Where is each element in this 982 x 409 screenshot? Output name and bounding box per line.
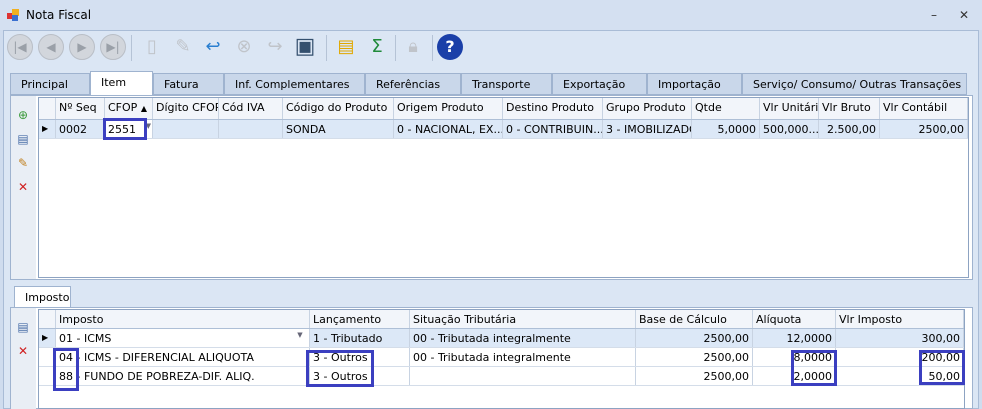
add-tax-icon[interactable]: ▤ [16, 320, 30, 336]
add-item-icon[interactable]: ⊕ [16, 108, 30, 124]
cell[interactable]: 2500,00 [636, 348, 753, 366]
col-header[interactable]: Vlr Contábil [880, 98, 968, 119]
row-indicator-icon: ▶ [39, 329, 56, 347]
col-header[interactable]: Cód IVA [219, 98, 283, 119]
toolbar-separator [131, 35, 132, 61]
edit-icon[interactable]: ✎ [170, 33, 196, 61]
cell[interactable]: 12,0000 [753, 329, 836, 347]
highlight-box [306, 350, 374, 387]
toolbar-separator [326, 35, 327, 61]
toolbar-separator [395, 35, 396, 61]
imposto-select[interactable]: 01 - ICMS ▼ [56, 329, 310, 347]
cell[interactable]: 5,0000 [692, 120, 760, 138]
cell[interactable]: 0 - CONTRIBUIN... [503, 120, 603, 138]
undo-icon[interactable]: ↩ [200, 33, 226, 61]
title-bar: Nota Fiscal – ✕ [0, 0, 982, 30]
tab-transporte[interactable]: Transporte [461, 73, 552, 95]
tab-fatura[interactable]: Fatura [153, 73, 224, 95]
highlight-box [791, 350, 837, 386]
col-header[interactable]: Lançamento [310, 310, 410, 328]
cell[interactable]: 00 - Tributada integralmente [410, 348, 636, 366]
tab-imposto[interactable]: Imposto [14, 286, 71, 309]
col-header[interactable]: Vlr Unitário [760, 98, 819, 119]
tab-referencias[interactable]: Referências [365, 73, 461, 95]
col-header[interactable]: Imposto [56, 310, 310, 328]
cell[interactable]: 2.500,00 [819, 120, 880, 138]
highlight-box [919, 350, 965, 385]
highlight-box [103, 118, 147, 140]
col-header[interactable]: Vlr Bruto [819, 98, 880, 119]
col-header[interactable]: Grupo Produto [603, 98, 692, 119]
cell[interactable]: 2500,00 [880, 120, 968, 138]
delete-icon[interactable]: ⊗ [231, 33, 257, 61]
cell[interactable]: 2500,00 [636, 367, 753, 385]
highlight-box [53, 348, 79, 391]
cell[interactable]: 300,00 [836, 329, 964, 347]
cell[interactable]: 3 - IMOBILIZADO [603, 120, 692, 138]
cell[interactable]: 1 - Tributado [310, 329, 410, 347]
col-header-cfop[interactable]: CFOP ▲ [105, 98, 153, 119]
col-label: CFOP [108, 101, 138, 114]
cell: 01 - ICMS [59, 332, 112, 345]
help-icon[interactable]: ? [437, 34, 463, 60]
col-header[interactable]: Qtde [692, 98, 760, 119]
cell[interactable]: 88 - FUNDO DE POBREZA-DIF. ALIQ. [56, 367, 310, 385]
financial-report-icon[interactable]: ▤ [333, 33, 359, 61]
sort-asc-icon: ▲ [140, 104, 147, 113]
minimize-button[interactable]: – [926, 8, 942, 22]
tax-grid-header: Imposto Lançamento Situação Tributária B… [39, 310, 964, 329]
lock-icon[interactable]: 🔒︎ [400, 33, 426, 61]
add-detail-icon[interactable]: ▤ [16, 132, 30, 148]
col-header[interactable]: Vlr Imposto [836, 310, 964, 328]
delete-tax-icon[interactable]: ✕ [16, 344, 30, 360]
col-header[interactable]: Destino Produto [503, 98, 603, 119]
save-icon[interactable]: ▣ [292, 33, 318, 61]
tab-item[interactable]: Item [90, 71, 153, 95]
delete-item-icon[interactable]: ✕ [16, 180, 30, 196]
items-grid-header: Nº Seq CFOP ▲ Dígito CFOP Cód IVA Código… [39, 98, 968, 120]
cell[interactable]: 00 - Tributada integralmente [410, 329, 636, 347]
col-header[interactable]: Nº Seq [56, 98, 105, 119]
col-header[interactable]: Base de Cálculo [636, 310, 753, 328]
cell[interactable]: 2500,00 [636, 329, 753, 347]
table-row[interactable]: ▶ 0002 2551 ▼ SONDA 0 - NACIONAL, EX... 0… [39, 120, 968, 139]
cell[interactable] [219, 120, 283, 138]
table-row[interactable]: ▶ 01 - ICMS ▼ 1 - Tributado 00 - Tributad… [39, 329, 964, 348]
window-title: Nota Fiscal [26, 8, 92, 22]
redo-icon[interactable]: ↪ [262, 33, 288, 61]
tab-exportacao[interactable]: Exportação [552, 73, 647, 95]
cell[interactable]: 04 - ICMS - DIFERENCIAL ALIQUOTA [56, 348, 310, 366]
item-side-toolbar: ⊕ ▤ ✎ ✕ [11, 96, 36, 279]
row-indicator-icon: ▶ [39, 120, 56, 138]
tab-servico-consumo[interactable]: Serviço/ Consumo/ Outras Transações [742, 73, 967, 95]
first-record-icon[interactable]: |◀ [7, 34, 33, 60]
app-icon [7, 9, 19, 21]
col-header[interactable]: Origem Produto [394, 98, 503, 119]
tab-inf-complementares[interactable]: Inf. Complementares [224, 73, 365, 95]
col-header[interactable]: Código do Produto [283, 98, 394, 119]
edit-item-icon[interactable]: ✎ [16, 156, 30, 172]
cell[interactable]: SONDA [283, 120, 394, 138]
col-header[interactable]: Alíquota [753, 310, 836, 328]
tab-importacao[interactable]: Importação [647, 73, 742, 95]
items-grid: Nº Seq CFOP ▲ Dígito CFOP Cód IVA Código… [38, 97, 969, 278]
tab-principal[interactable]: Principal [10, 73, 90, 95]
last-record-icon[interactable]: ▶| [100, 34, 126, 60]
cell[interactable] [410, 367, 636, 385]
cell[interactable]: 0002 [56, 120, 105, 138]
dropdown-icon[interactable]: ▼ [293, 331, 307, 339]
totals-report-icon[interactable]: Σ [364, 33, 390, 61]
col-header[interactable]: Dígito CFOP [153, 98, 219, 119]
cell[interactable]: 0 - NACIONAL, EX... [394, 120, 503, 138]
new-icon[interactable]: ▯ [139, 33, 165, 61]
toolbar-separator [432, 35, 433, 61]
col-header[interactable]: Situação Tributária [410, 310, 636, 328]
cell[interactable] [153, 120, 219, 138]
cell[interactable]: 500,000... [760, 120, 819, 138]
tax-side-toolbar: ▤ ✕ [11, 308, 36, 409]
main-tabs: Principal Item Fatura Inf. Complementare… [10, 71, 970, 95]
next-record-icon[interactable]: ▶ [69, 34, 95, 60]
previous-record-icon[interactable]: ◀ [38, 34, 64, 60]
close-button[interactable]: ✕ [956, 8, 972, 22]
